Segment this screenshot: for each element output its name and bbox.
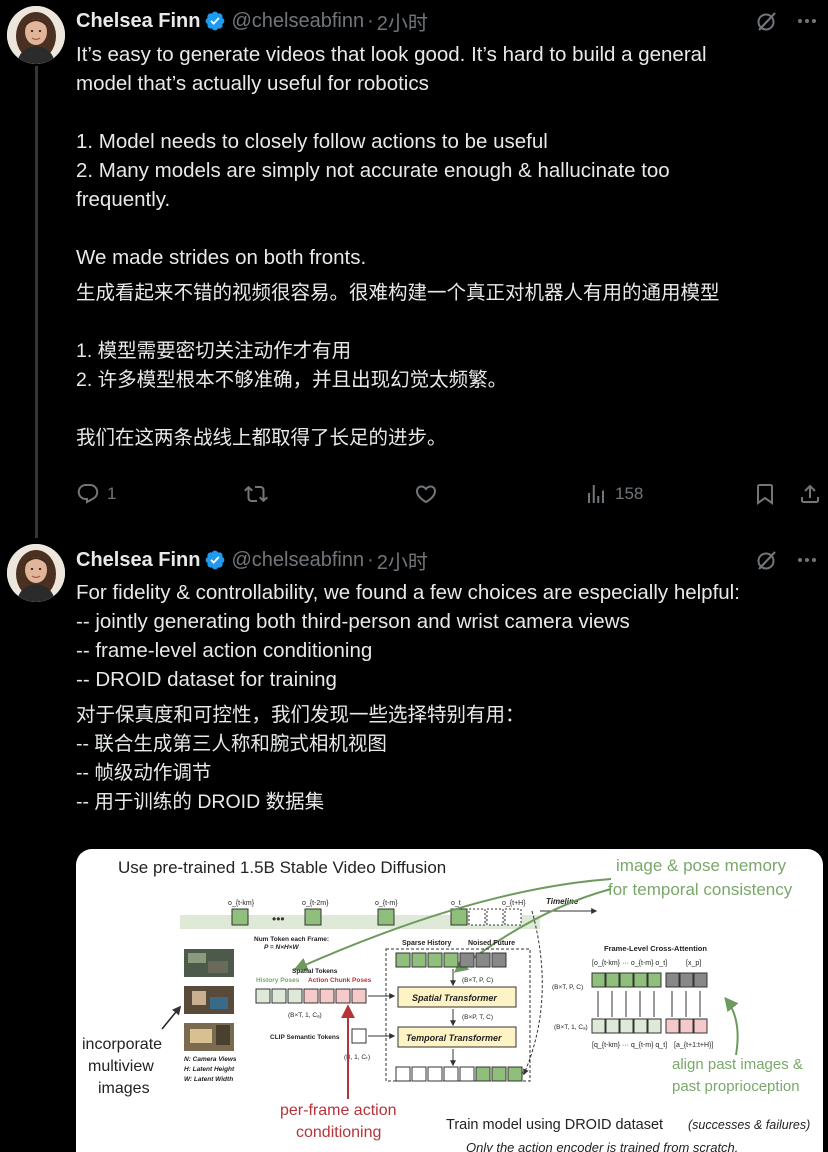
separator-dot: · xyxy=(367,9,374,32)
retweet-icon xyxy=(244,485,268,503)
ca-bottom-tokens xyxy=(591,1018,708,1034)
tweet-body: For fidelity & controllability, we found… xyxy=(76,578,816,817)
tok-label-0: o_{t-km} xyxy=(228,900,255,907)
views-button[interactable]: 158 xyxy=(584,482,643,506)
more-icon[interactable] xyxy=(794,547,820,573)
grok-icon[interactable] xyxy=(754,547,780,573)
tweet-text-zh: 生成看起来不错的视频很容易。很难构建一个真正对机器人有用的通用模型 1. 模型需… xyxy=(76,282,720,449)
cross-attention-label: Frame-Level Cross-Attention xyxy=(604,944,707,953)
tweet-image[interactable]: Use pre-trained 1.5B Stable Video Diffus… xyxy=(76,849,823,1152)
share-button[interactable] xyxy=(798,482,822,506)
bt1c-label: (B×T, 1, Cₐ) xyxy=(288,1012,322,1019)
thread-line xyxy=(35,66,38,538)
noised-future-label: Noised Future xyxy=(468,940,515,947)
view-count: 158 xyxy=(615,484,644,503)
grok-icon[interactable] xyxy=(754,8,780,34)
reply-icon xyxy=(77,484,99,504)
action-chunk-label: Action Chunk Poses xyxy=(308,977,372,984)
views-icon xyxy=(588,485,604,503)
ca-arrows xyxy=(597,991,701,1017)
ca-x-label: [x_p] xyxy=(686,960,701,967)
tweet-header-actions xyxy=(754,547,820,573)
spatial-transformer-label: Spatial Transformer xyxy=(412,993,497,1003)
camera-images xyxy=(184,949,234,1051)
ca-bt1c: (B×T, 1, Cₐ) xyxy=(554,1024,588,1031)
pose-tokens xyxy=(255,988,367,1004)
per-frame-1: per-frame action xyxy=(280,1102,397,1119)
tweet-1[interactable]: Chelsea Finn @chelseabfinn · 2小时 It’s ea… xyxy=(0,0,828,538)
memory-note-2: for temporal consistency xyxy=(608,880,793,899)
clip-tokens-label: CLIP Semantic Tokens xyxy=(270,1034,340,1041)
incorporate-1: incorporate xyxy=(82,1036,162,1053)
align-2: past proprioception xyxy=(672,1078,800,1095)
input-tokens xyxy=(395,952,507,968)
tweet-text-zh: 对于保真度和可控性，我们发现一些选择特别有用： -- 联合生成第三人称和腕式相机… xyxy=(76,704,525,813)
tweet-time[interactable]: 2小时 xyxy=(377,7,428,36)
align-1: align past images & xyxy=(672,1056,803,1073)
tweet-body: It’s easy to generate videos that look g… xyxy=(76,40,816,453)
sparse-history-label: Sparse History xyxy=(402,940,452,947)
incorporate-3: images xyxy=(98,1080,150,1097)
legend-w: W: Latent Width xyxy=(184,1076,233,1083)
author-name[interactable]: Chelsea Finn xyxy=(76,549,200,572)
architecture-figure: Use pre-trained 1.5B Stable Video Diffus… xyxy=(82,856,810,1152)
author-handle[interactable]: @chelseabfinn xyxy=(231,10,364,33)
like-icon xyxy=(415,485,437,504)
more-icon[interactable] xyxy=(794,8,820,34)
author-avatar[interactable] xyxy=(7,544,65,602)
retweet-button[interactable] xyxy=(244,482,268,506)
incorporate-2: multiview xyxy=(88,1058,154,1075)
legend-n: N: Camera Views xyxy=(184,1056,237,1063)
reply-count: 1 xyxy=(107,484,117,503)
share-icon xyxy=(801,484,819,503)
ca-top-label: [o_{t-km} ··· o_{t-m} o_t] xyxy=(592,960,667,967)
memory-note-1: image & pose memory xyxy=(616,856,787,875)
author-name[interactable]: Chelsea Finn xyxy=(76,10,200,33)
btpc-label: (B×T, P, C) xyxy=(462,977,493,984)
bookmark-icon xyxy=(757,484,773,505)
tweet-header: Chelsea Finn @chelseabfinn · 2小时 xyxy=(76,7,428,35)
tok-label-1: o_{t-2m} xyxy=(302,900,329,907)
tweet-time[interactable]: 2小时 xyxy=(377,546,428,575)
legend-h: H: Latent Height xyxy=(184,1066,235,1073)
tweet-header-actions xyxy=(754,8,820,34)
tweet-header: Chelsea Finn @chelseabfinn · 2小时 xyxy=(76,546,428,574)
ca-top-tokens xyxy=(591,972,708,988)
author-avatar[interactable] xyxy=(7,6,65,64)
tok-label-4: o_{t+H} xyxy=(502,900,526,907)
avatar-portrait-icon xyxy=(7,544,65,602)
ca-bot-label: [q_{t-km} ··· q_{t-m} q_t] xyxy=(592,1042,667,1049)
author-handle[interactable]: @chelseabfinn xyxy=(231,549,364,572)
like-button[interactable] xyxy=(414,482,438,506)
verified-badge-icon xyxy=(204,10,226,32)
tweet-2[interactable]: Chelsea Finn @chelseabfinn · 2小时 For fid… xyxy=(0,538,828,1152)
per-frame-2: conditioning xyxy=(296,1124,381,1141)
tok-label-3: o_t xyxy=(451,900,461,907)
train-note-sub: (successes & failures) xyxy=(688,1118,810,1132)
num-token-eq: P = N×H×W xyxy=(264,944,299,951)
avatar-portrait-icon xyxy=(7,6,65,64)
spatial-tokens-label: Spatial Tokens xyxy=(292,968,338,975)
history-poses-label: History Poses xyxy=(256,977,300,984)
ca-a-label: [a_{t+1:t+H}] xyxy=(674,1042,713,1049)
bptc-label: (B×P, T, C) xyxy=(462,1014,493,1021)
svg-text:•••: ••• xyxy=(272,912,285,926)
output-tokens xyxy=(395,1066,523,1082)
train-note: Train model using DROID dataset xyxy=(446,1117,663,1133)
tweet-text-en: For fidelity & controllability, we found… xyxy=(76,581,740,691)
tok-label-2: o_{t-m} xyxy=(375,900,398,907)
separator-dot: · xyxy=(367,548,374,571)
tweet-actions: 1 158 xyxy=(76,482,822,514)
reply-button[interactable]: 1 xyxy=(76,482,116,506)
ca-btpc: (B×T, P, C) xyxy=(552,984,583,991)
tweet-text-en: It’s easy to generate videos that look g… xyxy=(76,43,707,269)
timeline-row: ••• Timeline o_{t-km} o_{t-2m} o_{t-m} o… xyxy=(180,897,598,929)
scratch-note: Only the action encoder is trained from … xyxy=(466,1140,738,1152)
figure-title: Use pre-trained 1.5B Stable Video Diffus… xyxy=(118,858,446,877)
temporal-transformer-label: Temporal Transformer xyxy=(406,1033,502,1043)
bookmark-button[interactable] xyxy=(753,482,777,506)
num-token-label: Num Token each Frame: xyxy=(254,936,329,943)
verified-badge-icon xyxy=(204,549,226,571)
